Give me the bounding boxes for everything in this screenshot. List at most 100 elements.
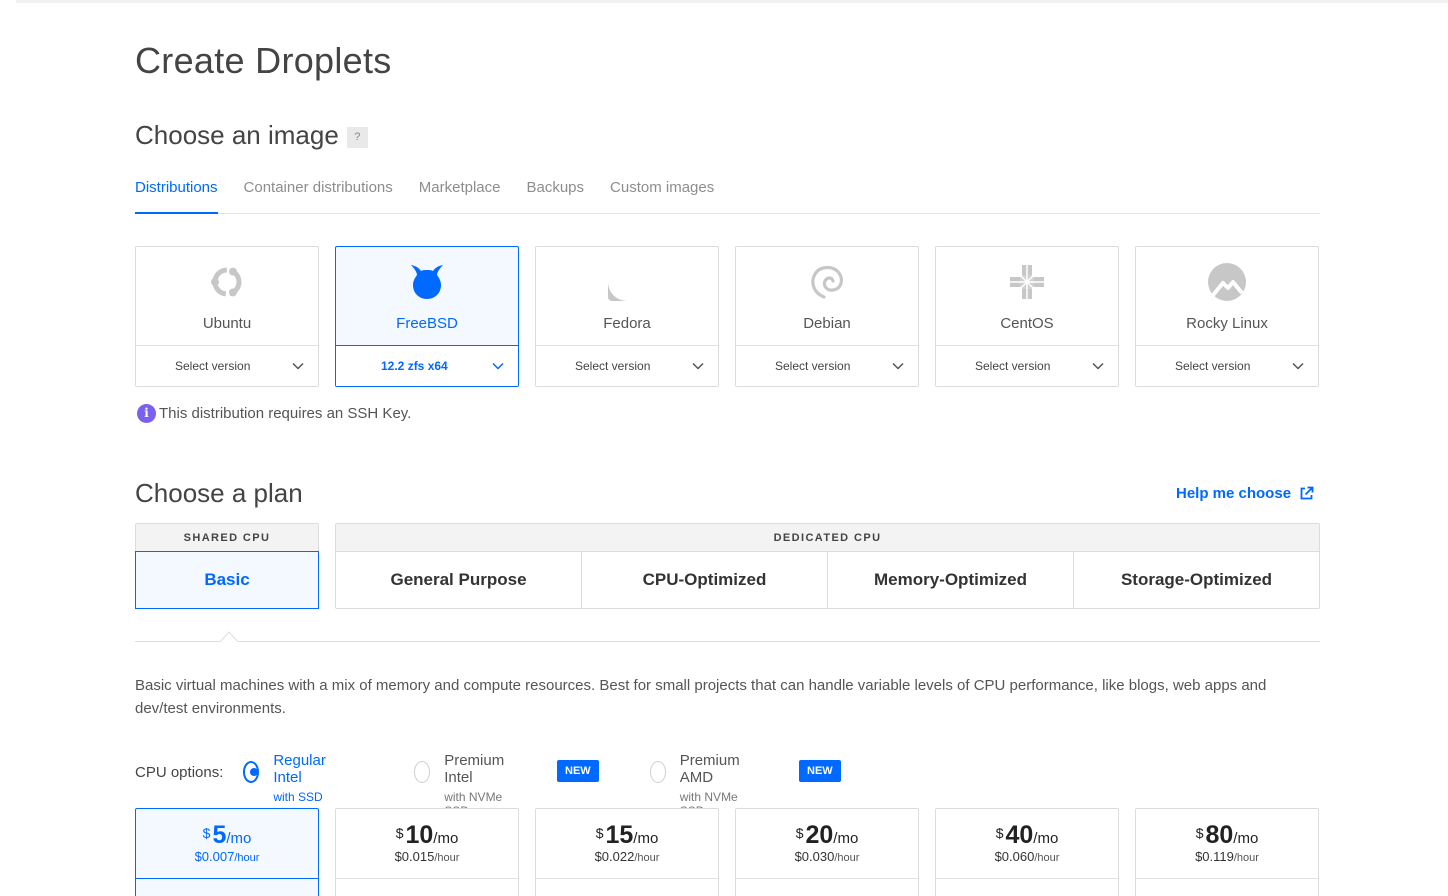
plan-memory-optimized[interactable]: Memory-Optimized — [828, 552, 1074, 608]
chevron-down-icon — [492, 362, 504, 370]
plan-cpu-optimized[interactable]: CPU-Optimized — [582, 552, 828, 608]
monthly-price: $ 80 /mo — [1136, 821, 1318, 849]
price-card-top[interactable]: $ 80 /mo $0.119/hour — [1136, 809, 1318, 879]
version-select[interactable]: Select version — [1136, 346, 1318, 386]
cpu-option-title: Premium Intel — [444, 752, 505, 786]
version-select[interactable]: 12.2 zfs x64 — [336, 346, 518, 386]
price-card-10[interactable]: $ 10 /mo $0.015/hour — [335, 808, 519, 896]
price-unit: /mo — [1233, 830, 1259, 847]
price-currency: $ — [595, 825, 604, 841]
tab-custom-images[interactable]: Custom images — [610, 176, 714, 214]
hourly-unit: /hour — [234, 852, 260, 864]
plan-basic[interactable]: Basic — [135, 551, 319, 609]
version-select-label: Select version — [775, 359, 851, 373]
distro-name: FreeBSD — [396, 315, 458, 332]
price-card-top[interactable]: $ 40 /mo $0.060/hour — [936, 809, 1118, 879]
external-link-icon — [1300, 486, 1314, 500]
chevron-down-icon — [292, 362, 304, 370]
distro-name: Debian — [803, 315, 851, 332]
version-select[interactable]: Select version — [736, 346, 918, 386]
price-currency: $ — [795, 825, 804, 841]
ssh-key-note: i This distribution requires an SSH Key. — [137, 404, 411, 423]
hourly-amount: $0.060 — [994, 849, 1035, 864]
chevron-down-icon — [1092, 362, 1104, 370]
price-amount: 5 — [212, 821, 227, 849]
cpu-option-title: Regular Intel — [273, 752, 326, 786]
radio-button[interactable] — [243, 761, 260, 783]
price-unit: /mo — [633, 830, 659, 847]
price-card-20[interactable]: $ 20 /mo $0.030/hour — [735, 808, 919, 896]
price-unit: /mo — [226, 830, 252, 847]
page-title: Create Droplets — [135, 40, 392, 81]
help-me-choose-link[interactable]: Help me choose — [1176, 485, 1314, 502]
dedicated-cpu-header: DEDICATED CPU — [336, 524, 1319, 552]
distro-card-top[interactable]: CentOS — [936, 247, 1118, 346]
distro-name: Fedora — [603, 315, 651, 332]
price-card-top[interactable]: $ 10 /mo $0.015/hour — [336, 809, 518, 879]
version-select-label: Select version — [1175, 359, 1251, 373]
distro-card-top[interactable]: FreeBSD — [336, 247, 518, 346]
distro-card-ubuntu[interactable]: Ubuntu Select version — [135, 246, 319, 387]
hourly-price: $0.015/hour — [336, 849, 518, 864]
distro-card-top[interactable]: Ubuntu — [136, 247, 318, 346]
version-select[interactable]: Select version — [536, 346, 718, 386]
plan-general-purpose[interactable]: General Purpose — [336, 552, 582, 608]
price-unit: /mo — [833, 830, 859, 847]
version-select[interactable]: Select version — [136, 346, 318, 386]
rocky-linux-icon — [1208, 263, 1246, 301]
price-amount: 20 — [805, 821, 834, 849]
price-list: $ 5 /mo $0.007/hour $ 10 /mo $0.015/hour… — [135, 808, 1319, 896]
image-tabs: Distributions Container distributions Ma… — [135, 176, 1320, 214]
shared-cpu-options: Basic — [135, 551, 319, 609]
cpu-option-text: Regular Intel with SSD — [273, 752, 331, 804]
shared-cpu-group: SHARED CPU Basic — [135, 523, 319, 609]
fedora-icon — [608, 263, 646, 301]
tab-marketplace[interactable]: Marketplace — [419, 176, 501, 214]
distro-card-fedora[interactable]: Fedora Select version — [535, 246, 719, 387]
radio-button[interactable] — [414, 761, 431, 783]
top-divider — [16, 0, 1448, 3]
price-card-80[interactable]: $ 80 /mo $0.119/hour — [1135, 808, 1319, 896]
ssh-key-note-text: This distribution requires an SSH Key. — [159, 405, 412, 422]
distro-name: Ubuntu — [202, 315, 252, 332]
distro-card-top[interactable]: Fedora — [536, 247, 718, 346]
distro-card-rocky-linux[interactable]: Rocky Linux Select version — [1135, 246, 1319, 387]
price-currency: $ — [202, 825, 211, 841]
hourly-unit: /hour — [834, 852, 860, 864]
cpu-options-label: CPU options: — [135, 764, 224, 781]
dedicated-cpu-options: General Purpose CPU-Optimized Memory-Opt… — [336, 552, 1319, 608]
tab-backups[interactable]: Backups — [526, 176, 584, 214]
distro-card-top[interactable]: Rocky Linux — [1136, 247, 1318, 346]
tab-distributions[interactable]: Distributions — [135, 176, 218, 214]
price-card-5[interactable]: $ 5 /mo $0.007/hour — [135, 808, 319, 896]
radio-button[interactable] — [650, 761, 666, 783]
price-card-15[interactable]: $ 15 /mo $0.022/hour — [535, 808, 719, 896]
help-icon[interactable]: ? — [346, 127, 368, 148]
version-select[interactable]: Select version — [936, 346, 1118, 386]
price-currency: $ — [995, 825, 1004, 841]
debian-icon — [811, 265, 844, 299]
distro-card-freebsd[interactable]: FreeBSD 12.2 zfs x64 — [335, 246, 519, 387]
tab-container-distributions[interactable]: Container distributions — [244, 176, 393, 214]
price-currency: $ — [1195, 825, 1204, 841]
price-card-top[interactable]: $ 20 /mo $0.030/hour — [736, 809, 918, 879]
distro-card-centos[interactable]: CentOS Select version — [935, 246, 1119, 387]
distro-card-debian[interactable]: Debian Select version — [735, 246, 919, 387]
hourly-amount: $0.015 — [394, 849, 435, 864]
price-card-top[interactable]: $ 5 /mo $0.007/hour — [136, 809, 318, 879]
distro-name: Rocky Linux — [1186, 315, 1268, 332]
plan-storage-optimized[interactable]: Storage-Optimized — [1074, 552, 1319, 608]
hourly-unit: /hour — [434, 852, 460, 864]
cpu-option-subtitle: with SSD — [273, 790, 323, 804]
plan-divider — [135, 641, 1320, 642]
distro-card-top[interactable]: Debian — [736, 247, 918, 346]
cpu-option-regular-intel[interactable]: Regular Intel with SSD — [243, 752, 332, 804]
info-icon: i — [137, 404, 156, 423]
version-select-label: 12.2 zfs x64 — [381, 359, 448, 373]
hourly-price: $0.119/hour — [1136, 849, 1318, 864]
new-badge: NEW — [799, 760, 841, 782]
hourly-unit: /hour — [1233, 852, 1259, 864]
price-card-40[interactable]: $ 40 /mo $0.060/hour — [935, 808, 1119, 896]
price-amount: 10 — [405, 821, 434, 849]
price-card-top[interactable]: $ 15 /mo $0.022/hour — [536, 809, 718, 879]
